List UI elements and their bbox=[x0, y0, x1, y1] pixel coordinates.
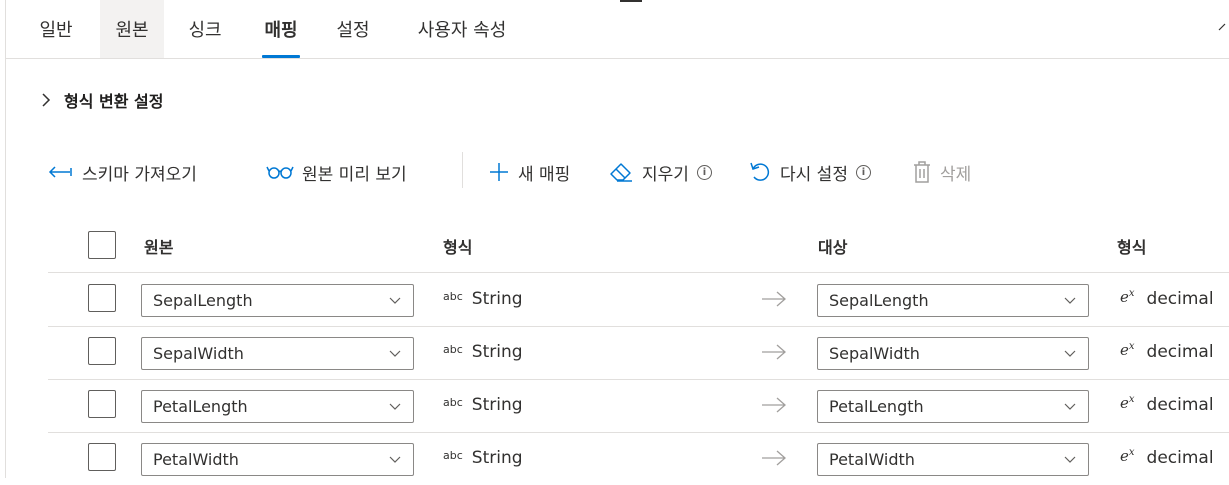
trash-icon bbox=[914, 161, 930, 183]
table-row: SepalLength abc String SepalLength ex de… bbox=[48, 273, 1229, 327]
row-checkbox[interactable] bbox=[88, 443, 116, 471]
select-all-checkbox[interactable] bbox=[88, 231, 116, 259]
header-destination-type: 형식 bbox=[1117, 238, 1147, 257]
row-checkbox[interactable] bbox=[88, 337, 116, 365]
glasses-icon bbox=[266, 166, 294, 179]
header-source: 원본 bbox=[144, 238, 174, 257]
header-source-type: 형식 bbox=[443, 238, 473, 257]
undo-icon bbox=[750, 162, 770, 181]
reset-info-icon[interactable]: i bbox=[855, 164, 871, 180]
toolbar-divider bbox=[462, 152, 463, 188]
plus-icon bbox=[490, 163, 508, 181]
chevron-down-icon bbox=[389, 297, 401, 304]
source-type: abc String bbox=[443, 448, 523, 468]
import-arrow-icon bbox=[48, 166, 72, 178]
string-type-icon: abc bbox=[443, 395, 463, 409]
tab-source[interactable]: 원본 bbox=[100, 0, 164, 58]
source-column-dropdown[interactable]: PetalLength bbox=[141, 390, 414, 423]
tab-bar: 일반 원본 싱크 매핑 설정 사용자 속성 bbox=[6, 0, 1229, 59]
decimal-type-icon: ex bbox=[1120, 394, 1135, 412]
chevron-down-icon bbox=[389, 350, 401, 357]
source-type: abc String bbox=[443, 395, 523, 415]
header-destination: 대상 bbox=[818, 238, 848, 257]
eraser-icon bbox=[610, 163, 632, 182]
arrow-right-icon bbox=[762, 291, 786, 307]
row-checkbox[interactable] bbox=[88, 390, 116, 418]
chevron-down-icon bbox=[1064, 297, 1076, 304]
clear-info-icon[interactable]: i bbox=[696, 164, 712, 180]
chevron-down-icon bbox=[389, 456, 401, 463]
preview-source-button[interactable]: 원본 미리 보기 bbox=[266, 153, 407, 191]
destination-type: ex decimal bbox=[1120, 288, 1214, 309]
tab-user-properties[interactable]: 사용자 속성 bbox=[402, 0, 522, 58]
table-row: PetalWidth abc String PetalWidth ex deci… bbox=[48, 432, 1229, 485]
destination-column-dropdown[interactable]: PetalWidth bbox=[817, 443, 1089, 476]
new-mapping-button[interactable]: 새 매핑 bbox=[488, 153, 570, 191]
arrow-right-icon bbox=[762, 397, 786, 413]
chevron-down-icon bbox=[1064, 350, 1076, 357]
table-row: SepalWidth abc String SepalWidth ex deci… bbox=[48, 326, 1229, 380]
decimal-type-icon: ex bbox=[1120, 447, 1135, 465]
source-type: abc String bbox=[443, 342, 523, 362]
source-column-dropdown[interactable]: PetalWidth bbox=[141, 443, 414, 476]
arrow-right-icon bbox=[762, 450, 786, 466]
destination-type: ex decimal bbox=[1120, 447, 1214, 468]
row-checkbox[interactable] bbox=[88, 284, 116, 312]
mapping-table-header: 원본 형식 대상 형식 bbox=[48, 220, 1229, 273]
arrow-right-icon bbox=[762, 344, 786, 360]
clear-button[interactable]: 지우기 i bbox=[608, 153, 712, 191]
import-schema-button[interactable]: 스키마 가져오기 bbox=[48, 153, 197, 191]
section-title: 형식 변환 설정 bbox=[64, 92, 164, 111]
decimal-type-icon: ex bbox=[1120, 341, 1135, 359]
type-conversion-settings-toggle[interactable]: 형식 변환 설정 bbox=[40, 88, 163, 112]
source-column-dropdown[interactable]: SepalLength bbox=[141, 284, 414, 317]
tab-mapping[interactable]: 매핑 bbox=[262, 0, 300, 58]
reset-button[interactable]: 다시 설정 i bbox=[748, 153, 871, 191]
tab-settings[interactable]: 설정 bbox=[324, 0, 382, 58]
destination-column-dropdown[interactable]: SepalWidth bbox=[817, 337, 1089, 370]
tab-general[interactable]: 일반 bbox=[28, 0, 84, 58]
string-type-icon: abc bbox=[443, 289, 463, 303]
source-column-dropdown[interactable]: SepalWidth bbox=[141, 337, 414, 370]
string-type-icon: abc bbox=[443, 448, 463, 462]
table-row: PetalLength abc String PetalLength ex de… bbox=[48, 379, 1229, 433]
chevron-down-icon bbox=[1064, 456, 1076, 463]
destination-column-dropdown[interactable]: PetalLength bbox=[817, 390, 1089, 423]
chevron-down-icon bbox=[389, 403, 401, 410]
tab-sink[interactable]: 싱크 bbox=[176, 0, 234, 58]
panel-left-border bbox=[5, 0, 6, 478]
destination-column-dropdown[interactable]: SepalLength bbox=[817, 284, 1089, 317]
decimal-type-icon: ex bbox=[1120, 288, 1135, 306]
source-type: abc String bbox=[443, 289, 523, 309]
chevron-down-icon bbox=[1064, 403, 1076, 410]
destination-type: ex decimal bbox=[1120, 341, 1214, 362]
destination-type: ex decimal bbox=[1120, 394, 1214, 415]
delete-button[interactable]: 삭제 bbox=[912, 153, 971, 191]
chevron-right-icon bbox=[42, 93, 51, 107]
string-type-icon: abc bbox=[443, 342, 463, 356]
